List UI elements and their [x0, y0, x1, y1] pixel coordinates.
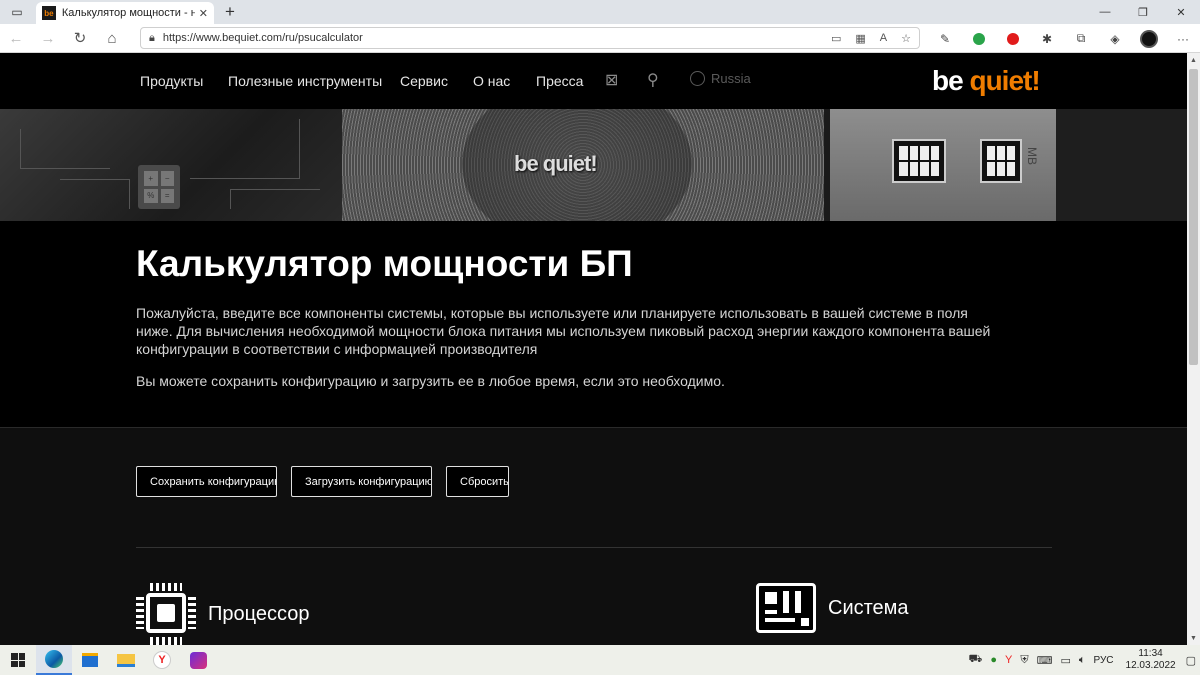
home-button[interactable]: ⌂ — [96, 24, 128, 53]
refresh-button[interactable]: ↻ — [64, 24, 96, 53]
window-controls: — ❐ ✕ — [1086, 0, 1200, 24]
adguard-icon[interactable] — [962, 32, 996, 45]
browser-tab-bar: ▭ be Калькулятор мощности - найди ✕ + — … — [0, 0, 1200, 24]
windows-taskbar: Y ⛟ ● Y ⛨ ⌨ ▭ 🔈︎ РУС 11:34 12.03.2022 ▢ — [0, 645, 1200, 675]
keyboard-icon[interactable]: ⌨ — [1037, 654, 1053, 667]
browser-tab[interactable]: be Калькулятор мощности - найди ✕ — [36, 2, 214, 24]
network-icon[interactable]: ▭ — [1060, 654, 1070, 667]
reset-button[interactable]: Сбросить — [446, 466, 509, 497]
mail-icon[interactable]: ⊠ — [605, 70, 618, 90]
read-aloud-icon[interactable]: A — [880, 32, 887, 44]
back-button[interactable]: ← — [0, 24, 32, 53]
mb-label: MB — [1025, 147, 1039, 165]
search-icon[interactable]: ⚲ — [647, 70, 659, 90]
taskbar-explorer[interactable] — [108, 645, 144, 675]
calculator-icon: + − % = — [138, 165, 180, 209]
qr-code-icon[interactable]: ▦ — [855, 32, 865, 45]
media-app-icon — [189, 651, 207, 669]
new-tab-button[interactable]: + — [220, 2, 240, 22]
store-icon — [82, 653, 98, 667]
extensions-area: ✎ ✱ ⧉ ◈ ··· — [928, 24, 1200, 53]
hero-banner: + − % = be quiet! MB — [0, 109, 1187, 221]
connector-graphic — [892, 139, 946, 183]
reader-view-icon[interactable]: ▭ — [831, 32, 841, 45]
collections-icon[interactable]: ⧉ — [1064, 31, 1098, 46]
system-section-header: Система — [756, 583, 909, 633]
divider — [136, 547, 1052, 548]
site-favicon: be — [42, 6, 56, 20]
mesh-logo: be quiet! — [514, 151, 598, 176]
shield-icon[interactable]: ⛨ — [1020, 654, 1028, 667]
cpu-section-title: Процессор — [208, 602, 310, 625]
tab-close-icon[interactable]: ✕ — [199, 7, 208, 20]
url-text[interactable]: https://www.bequiet.com/ru/psucalculator — [163, 32, 817, 44]
nav-about[interactable]: О нас — [473, 73, 510, 89]
page-scrollbar[interactable]: ▲ ▼ — [1187, 53, 1200, 645]
site-header: Продукты Полезные инструменты Сервис О н… — [0, 53, 1187, 109]
tab-actions-icon[interactable]: ▭ — [0, 0, 34, 24]
language-label: Russia — [711, 71, 751, 86]
nav-press[interactable]: Пресса — [536, 73, 583, 89]
taskbar-edge[interactable] — [36, 645, 72, 675]
status-green-icon[interactable]: ● — [990, 654, 997, 666]
lock-icon[interactable]: 🔒︎ — [149, 32, 155, 45]
nav-service[interactable]: Сервис — [400, 73, 448, 89]
taskbar-yandex[interactable]: Y — [144, 645, 180, 675]
network-adapter-icon[interactable]: ⛟ — [969, 653, 983, 667]
menu-more-icon[interactable]: ··· — [1166, 32, 1200, 46]
intro-paragraph-save: Вы можете сохранить конфигурацию и загру… — [136, 373, 725, 389]
close-window-button[interactable]: ✕ — [1162, 0, 1200, 24]
volume-icon[interactable]: 🔈︎ — [1079, 654, 1086, 667]
scroll-up-arrow-icon[interactable]: ▲ — [1187, 53, 1200, 67]
language-selector[interactable]: Russia — [690, 71, 751, 86]
forward-button[interactable]: → — [32, 24, 64, 53]
yandex-tray-icon[interactable]: Y — [1005, 654, 1012, 666]
start-button[interactable] — [0, 645, 36, 675]
scroll-thumb[interactable] — [1189, 69, 1198, 365]
pen-icon[interactable]: ✎ — [928, 32, 962, 46]
taskbar-app[interactable] — [180, 645, 216, 675]
psu-fan-mesh-image: be quiet! — [342, 109, 824, 221]
bequiet-logo[interactable]: be quiet! — [932, 65, 1041, 97]
connector-graphic — [980, 139, 1022, 183]
yandex-browser-icon: Y — [153, 651, 171, 669]
nav-products[interactable]: Продукты — [140, 73, 203, 89]
motherboard-icon — [756, 583, 816, 633]
hero-dark-edge — [1056, 109, 1187, 221]
circuit-graphic: + − % = — [0, 109, 342, 221]
address-bar[interactable]: 🔒︎ https://www.bequiet.com/ru/psucalcula… — [140, 27, 920, 49]
notification-icon[interactable]: ▢ — [1186, 654, 1196, 667]
windows-logo-icon — [11, 653, 25, 667]
cpu-section-header: Процессор — [136, 583, 309, 645]
favorite-star-icon[interactable]: ☆ — [901, 32, 911, 45]
input-language[interactable]: РУС — [1094, 655, 1114, 666]
scroll-down-arrow-icon[interactable]: ▼ — [1187, 631, 1200, 645]
edge-icon — [45, 650, 63, 668]
profile-avatar[interactable] — [1132, 29, 1166, 48]
clock-date: 12.03.2022 — [1125, 660, 1176, 671]
system-section-title: Система — [828, 596, 909, 619]
globe-icon — [690, 71, 705, 86]
intro-section: Калькулятор мощности БП Пожалуйста, введ… — [0, 221, 1187, 427]
intro-paragraph: Пожалуйста, введите все компоненты систе… — [136, 305, 991, 357]
clock-time: 11:34 — [1138, 648, 1163, 659]
save-config-button[interactable]: Сохранить конфигурацию — [136, 466, 277, 497]
browser-essentials-icon[interactable]: ◈ — [1098, 32, 1132, 46]
nav-tools[interactable]: Полезные инструменты — [228, 73, 382, 89]
adblock-icon[interactable] — [996, 32, 1030, 45]
taskbar-store[interactable] — [72, 645, 108, 675]
browser-toolbar: ← → ↻ ⌂ 🔒︎ https://www.bequiet.com/ru/ps… — [0, 24, 1200, 53]
folder-icon — [117, 653, 135, 667]
tab-title: Калькулятор мощности - найди — [61, 7, 195, 19]
extensions-icon[interactable]: ✱ — [1030, 32, 1064, 46]
calculator-content: Сохранить конфигурацию Загрузить конфигу… — [0, 427, 1187, 645]
page-title: Калькулятор мощности БП — [136, 243, 633, 284]
clock[interactable]: 11:34 12.03.2022 — [1126, 648, 1176, 672]
psu-connectors-image: MB — [830, 109, 1056, 221]
restore-button[interactable]: ❐ — [1124, 0, 1162, 24]
cpu-icon — [136, 583, 196, 645]
minimize-button[interactable]: — — [1086, 0, 1124, 24]
system-tray: ⛟ ● Y ⛨ ⌨ ▭ 🔈︎ РУС 11:34 12.03.2022 ▢ — [965, 645, 1200, 675]
load-config-button[interactable]: Загрузить конфигурацию — [291, 466, 432, 497]
